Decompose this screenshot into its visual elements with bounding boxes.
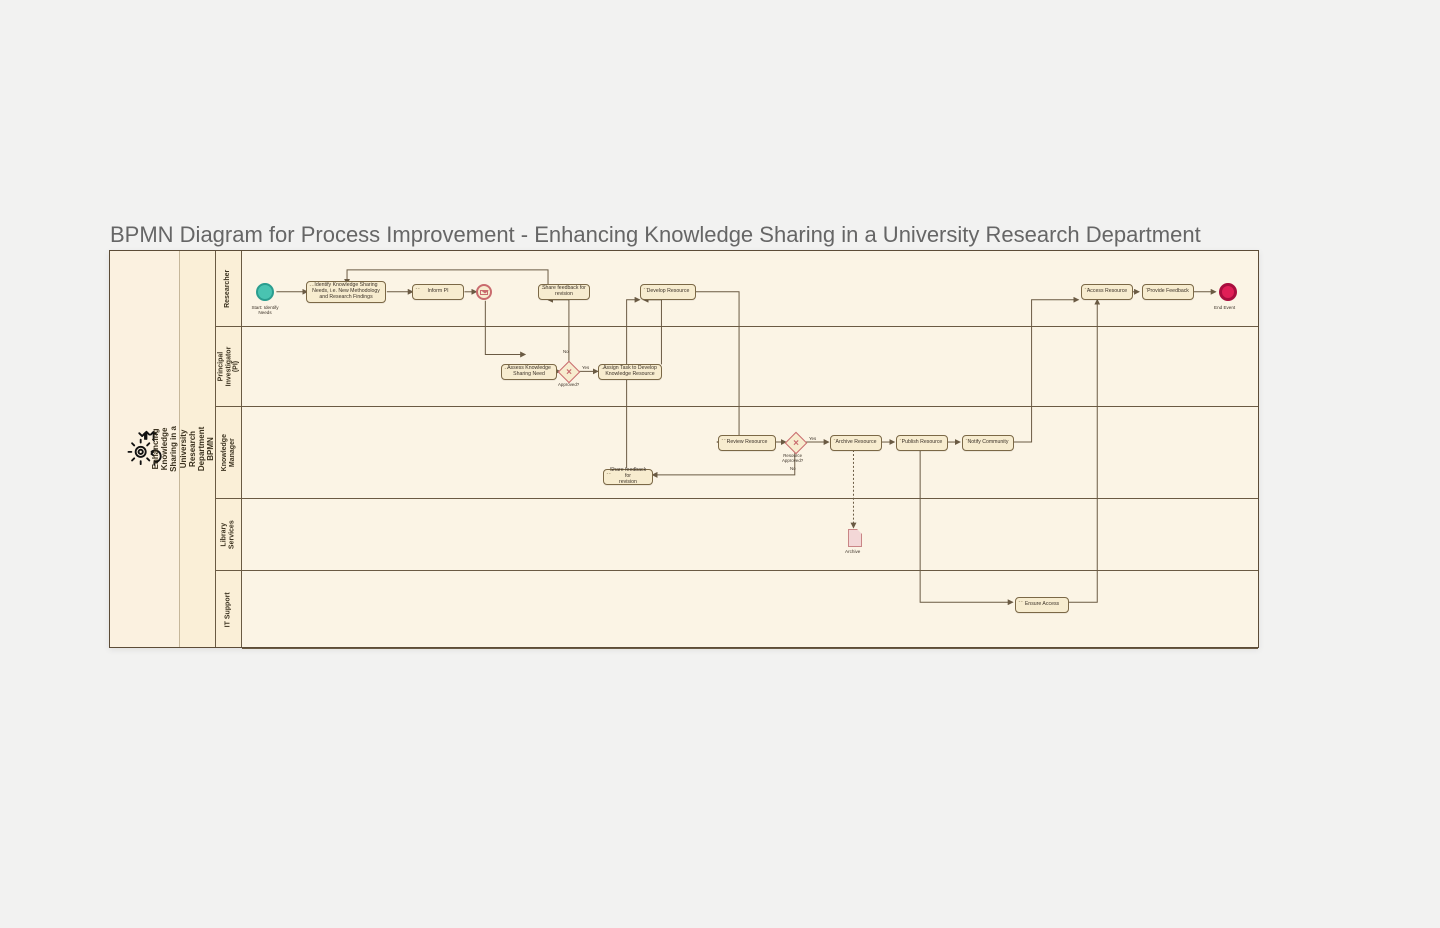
lane-it xyxy=(242,571,1258,649)
task-ensure-access: ⌄⌄Ensure Access xyxy=(1015,597,1069,613)
gateway-resource-approved-label: Resource Approved? xyxy=(782,454,803,464)
lane-label-pi: Principal Investigator (PI) xyxy=(217,347,240,387)
gateway-approved-label: Approved? xyxy=(558,383,579,388)
task-assess-need: ⌄⌄Assess Knowledge Sharing Need xyxy=(501,364,557,380)
lane-label-km: Knowledge Manager xyxy=(221,434,236,471)
data-object-archive xyxy=(848,529,862,547)
task-publish-resource: ⌄⌄Publish Resource xyxy=(896,435,948,451)
end-event-label: End Event xyxy=(1214,305,1235,310)
task-share-feedback-km: ⌄⌄Share feedback for revision xyxy=(603,469,653,485)
intermediate-message-event xyxy=(476,284,492,300)
start-event xyxy=(256,283,274,301)
task-assign-task: ⌄⌄Assign Task to Develop Knowledge Resou… xyxy=(598,364,662,380)
lane-label-lib: Library Services xyxy=(221,520,236,549)
pool-label-column: Enhancing Knowledge Sharing in a Univers… xyxy=(180,251,216,647)
page-title: BPMN Diagram for Process Improvement - E… xyxy=(110,222,1201,248)
task-notify-community: ⌄⌄Notify Community xyxy=(962,435,1014,451)
lane-km xyxy=(242,407,1258,499)
lane-pi xyxy=(242,327,1258,407)
lane-label-it: IT Support xyxy=(225,593,233,628)
data-object-archive-label: Archive xyxy=(845,549,860,554)
task-develop-resource: ⌄⌄Develop Resource xyxy=(640,284,696,300)
end-event xyxy=(1219,283,1237,301)
bpmn-diagram: Enhancing Knowledge Sharing in a Univers… xyxy=(109,250,1259,648)
task-archive-resource: ⌄⌄Archive Resource xyxy=(830,435,882,451)
edge-label-no-2: No xyxy=(790,466,796,471)
task-provide-feedback: ⌄⌄Provide Feedback xyxy=(1142,284,1194,300)
edge-label-no-1: No xyxy=(563,349,569,354)
edge-label-yes-2: Yes xyxy=(809,436,816,441)
task-review-resource: ⌄⌄Review Resource xyxy=(718,435,776,451)
task-share-feedback-researcher: ⌄⌄Share feedback for revision xyxy=(538,284,590,300)
diagram-canvas: Start: Identify Needs ⌄⌄Identify Knowled… xyxy=(242,251,1258,647)
lane-label-column: Researcher Principal Investigator (PI) K… xyxy=(216,251,242,647)
lane-label-researcher: Researcher xyxy=(225,269,233,307)
task-access-resource: ⌄⌄Access Resource xyxy=(1081,284,1133,300)
edge-label-yes-1: Yes xyxy=(582,365,589,370)
task-inform-pi: ⌄⌄Inform PI xyxy=(412,284,464,300)
task-identify-needs: ⌄⌄Identify Knowledge Sharing Needs, i.e.… xyxy=(306,281,386,303)
start-event-label: Start: Identify Needs xyxy=(245,305,285,315)
lane-lib xyxy=(242,499,1258,571)
